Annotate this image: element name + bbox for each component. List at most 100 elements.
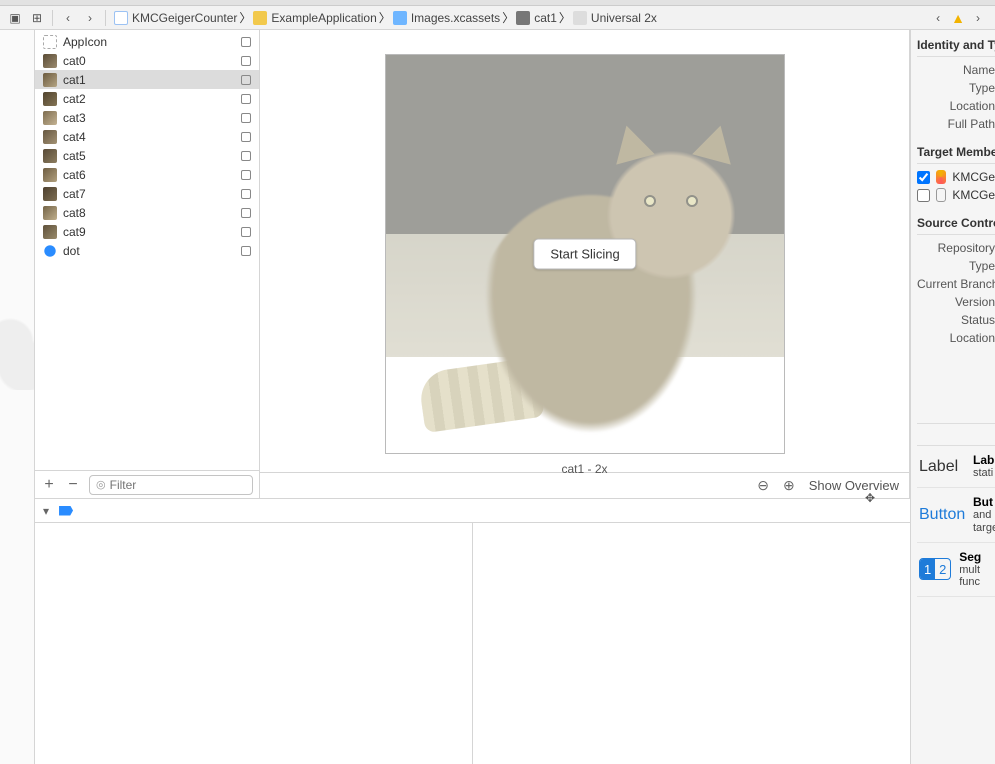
inspector-row: Location <box>917 97 995 115</box>
asset-thumb-icon <box>43 35 57 49</box>
inspector-row: Current Branch <box>917 275 995 293</box>
asset-name: cat6 <box>63 168 235 182</box>
warning-icon[interactable]: ▲ <box>951 10 965 26</box>
target-checkbox[interactable] <box>917 171 930 184</box>
variables-view[interactable] <box>35 523 473 764</box>
asset-flag-icon <box>241 94 251 104</box>
asset-row[interactable]: cat9 <box>35 222 259 241</box>
zoom-in-button[interactable]: ⊕ <box>783 477 795 494</box>
asset-row[interactable]: AppIcon <box>35 32 259 51</box>
proj-icon <box>114 11 128 25</box>
library-item-button[interactable]: Button Butand targe <box>917 488 995 542</box>
jump-bar: ▣ ⊞ ‹ › KMCGeigerCounter〉ExampleApplicat… <box>0 6 995 30</box>
target-membership-header: Target Member <box>917 143 995 164</box>
asset-thumb-icon <box>43 149 57 163</box>
breadcrumb-label: Universal 2x <box>591 11 657 25</box>
inspector-row: Location <box>917 329 995 347</box>
asset-thumb-icon <box>43 168 57 182</box>
asset-editor: Start Slicing cat1 - 2x ⊖ ⊕ Show Overvie… <box>260 30 910 498</box>
asset-row[interactable]: cat6 <box>35 165 259 184</box>
asset-row[interactable]: cat7 <box>35 184 259 203</box>
debug-area: ▾ <box>35 498 910 764</box>
remove-asset-button[interactable]: − <box>65 476 81 494</box>
forward-button[interactable]: › <box>81 9 99 27</box>
asset-name: dot <box>63 244 235 258</box>
imgset-icon <box>516 11 530 25</box>
grid-icon[interactable]: ⊞ <box>28 9 46 27</box>
asset-catalog-list: AppIcon cat0 cat1 cat2 cat3 cat4 cat5 cat6 cat7 c… <box>35 30 260 498</box>
breadcrumb-item[interactable]: KMCGeigerCounter <box>112 11 239 25</box>
breadcrumb-label: Images.xcassets <box>411 11 500 25</box>
target-membership-row[interactable]: KMCGe <box>917 168 995 186</box>
zoom-out-button[interactable]: ⊖ <box>757 477 769 494</box>
breakpoint-icon[interactable] <box>59 506 73 516</box>
asset-name: cat0 <box>63 54 235 68</box>
target-label: KMCGe <box>952 188 995 202</box>
breadcrumb-label: ExampleApplication <box>271 11 376 25</box>
asset-name: cat7 <box>63 187 235 201</box>
show-overview-button[interactable]: Show Overview <box>809 478 899 493</box>
asset-name: cat4 <box>63 130 235 144</box>
asset-row[interactable]: cat0 <box>35 51 259 70</box>
asset-flag-icon <box>241 227 251 237</box>
filter-input[interactable] <box>110 478 246 492</box>
prev-issue-button[interactable]: ‹ <box>931 11 945 25</box>
asset-flag-icon <box>241 75 251 85</box>
library-item-label[interactable]: Label Labstati <box>917 446 995 488</box>
console-view[interactable] <box>473 523 911 764</box>
asset-row[interactable]: cat3 <box>35 108 259 127</box>
asset-flag-icon <box>241 132 251 142</box>
resize-handle-icon[interactable]: ✥ <box>865 491 879 505</box>
asset-row[interactable]: cat4 <box>35 127 259 146</box>
breadcrumb-item[interactable]: Images.xcassets <box>391 11 502 25</box>
project-navigator[interactable] <box>0 30 35 764</box>
asset-flag-icon <box>241 151 251 161</box>
asset-thumb-icon <box>43 187 57 201</box>
filter-icon: ◎ <box>96 478 106 491</box>
related-items-icon[interactable]: ▣ <box>6 9 24 27</box>
asset-row[interactable]: cat5 <box>35 146 259 165</box>
segmented-icon: 1 2 <box>919 558 951 580</box>
asset-flag-icon <box>241 246 251 256</box>
target-icon <box>936 170 946 184</box>
next-issue-button[interactable]: › <box>971 11 985 25</box>
folder-icon <box>253 11 267 25</box>
target-membership-row[interactable]: KMCGe <box>917 186 995 204</box>
asset-row[interactable]: cat1 <box>35 70 259 89</box>
back-button[interactable]: ‹ <box>59 9 77 27</box>
asset-flag-icon <box>241 189 251 199</box>
asset-row[interactable]: cat8 <box>35 203 259 222</box>
target-checkbox[interactable] <box>917 189 930 202</box>
breadcrumb-label: KMCGeigerCounter <box>132 11 237 25</box>
image-preview: Start Slicing <box>385 54 785 454</box>
start-slicing-button[interactable]: Start Slicing <box>533 239 636 270</box>
inspector-row: Status <box>917 311 995 329</box>
asset-name: AppIcon <box>63 35 235 49</box>
asset-flag-icon <box>241 208 251 218</box>
asset-name: cat5 <box>63 149 235 163</box>
inspector-row: Type <box>917 79 995 97</box>
asset-thumb-icon <box>43 206 57 220</box>
breadcrumb-item[interactable]: cat1 <box>514 11 559 25</box>
debug-dropdown-icon[interactable]: ▾ <box>43 504 49 518</box>
asset-flag-icon <box>241 170 251 180</box>
library-item-segmented[interactable]: 1 2 Segmult func <box>917 543 995 597</box>
asset-name: cat2 <box>63 92 235 106</box>
breadcrumb: KMCGeigerCounter〉ExampleApplication〉Imag… <box>112 9 927 26</box>
inspector-row: Repository <box>917 239 995 257</box>
asset-name: cat1 <box>63 73 235 87</box>
asset-filter: ◎ <box>89 475 253 495</box>
inspector-row: Version <box>917 293 995 311</box>
asset-flag-icon <box>241 113 251 123</box>
target-icon <box>936 188 946 202</box>
add-asset-button[interactable]: + <box>41 476 57 494</box>
asset-thumb-icon <box>43 111 57 125</box>
asset-thumb-icon <box>43 54 57 68</box>
asset-row[interactable]: dot <box>35 241 259 260</box>
breadcrumb-item[interactable]: Universal 2x <box>571 11 659 25</box>
asset-name: cat3 <box>63 111 235 125</box>
asset-row[interactable]: cat2 <box>35 89 259 108</box>
inspector-panel: Identity and Ty NameTypeLocationFull Pat… <box>910 30 995 764</box>
breadcrumb-item[interactable]: ExampleApplication <box>251 11 378 25</box>
identity-section-header: Identity and Ty <box>917 36 995 57</box>
